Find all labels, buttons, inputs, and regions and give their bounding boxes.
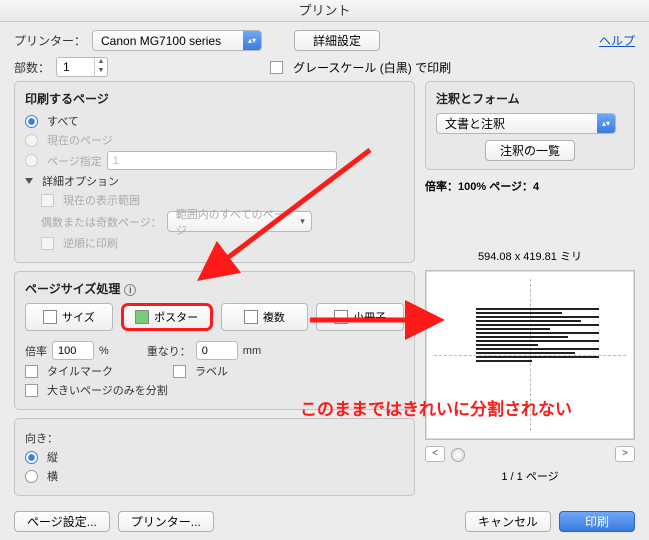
prev-page-button[interactable]: <: [425, 446, 445, 462]
copies-stepper[interactable]: 1 ▲▼: [56, 57, 108, 77]
cancel-button[interactable]: キャンセル: [465, 511, 551, 532]
page-sizing-panel: ページサイズ処理i サイズ ポスター 複数 小冊子 倍率 100 % 重なり： …: [14, 271, 415, 410]
range-heading: 印刷するページ: [25, 90, 404, 107]
page-specify-input: 1: [107, 151, 337, 170]
tab-booklet[interactable]: 小冊子: [316, 303, 404, 331]
annotations-panel: 注釈とフォーム 文書と注釈▴▾ 注釈の一覧: [425, 81, 635, 170]
current-view-check: [41, 194, 54, 207]
reverse-check: [41, 237, 54, 250]
tab-poster[interactable]: ポスター: [121, 303, 213, 331]
info-icon[interactable]: i: [124, 284, 136, 296]
callout-text: このままではきれいに分割されない: [300, 395, 572, 420]
range-all-radio[interactable]: [25, 115, 38, 128]
orientation-panel: 向き： 縦 横: [14, 418, 415, 496]
print-range-panel: 印刷するページ すべて 現在のページ ページ指定 1 詳細オプション 現在の表示…: [14, 81, 415, 263]
disclosure-icon[interactable]: [25, 178, 33, 184]
grayscale-label: グレースケール (白黒) で印刷: [293, 59, 451, 76]
next-page-button[interactable]: >: [615, 446, 635, 462]
tab-multi[interactable]: 複数: [221, 303, 309, 331]
range-current-radio: [25, 134, 38, 147]
splitlarge-check[interactable]: [25, 384, 38, 397]
copies-label: 部数：: [14, 59, 50, 76]
printer-label: プリンター：: [14, 32, 86, 49]
window-title: プリント: [0, 0, 649, 22]
help-link[interactable]: ヘルプ: [599, 32, 635, 49]
tilemark-check[interactable]: [25, 365, 38, 378]
page-slider[interactable]: [451, 448, 609, 460]
oddeven-select[interactable]: 範囲内のすべてのページ: [167, 211, 312, 232]
advanced-settings-button[interactable]: 詳細設定: [294, 30, 380, 51]
scale-input[interactable]: 100: [52, 341, 94, 360]
page-setup-button[interactable]: ページ設定...: [14, 511, 110, 532]
print-button[interactable]: 印刷: [559, 511, 635, 532]
range-specify-radio: [25, 154, 38, 167]
annot-select[interactable]: 文書と注釈▴▾: [436, 113, 616, 134]
label-check[interactable]: [173, 365, 186, 378]
pager-label: 1 / 1 ページ: [425, 468, 635, 484]
printer-select[interactable]: Canon MG7100 series▴▾: [92, 30, 262, 51]
overlap-input[interactable]: 0: [196, 341, 238, 360]
preview-dims: 594.08 x 419.81 ミリ: [425, 248, 635, 264]
orient-landscape-radio[interactable]: [25, 470, 38, 483]
orient-portrait-radio[interactable]: [25, 451, 38, 464]
preview-info: 倍率：100% ページ：4: [425, 176, 635, 196]
printer-settings-button[interactable]: プリンター...: [118, 511, 214, 532]
tab-size[interactable]: サイズ: [25, 303, 113, 331]
grayscale-checkbox[interactable]: [270, 61, 283, 74]
annot-list-button[interactable]: 注釈の一覧: [485, 140, 575, 161]
